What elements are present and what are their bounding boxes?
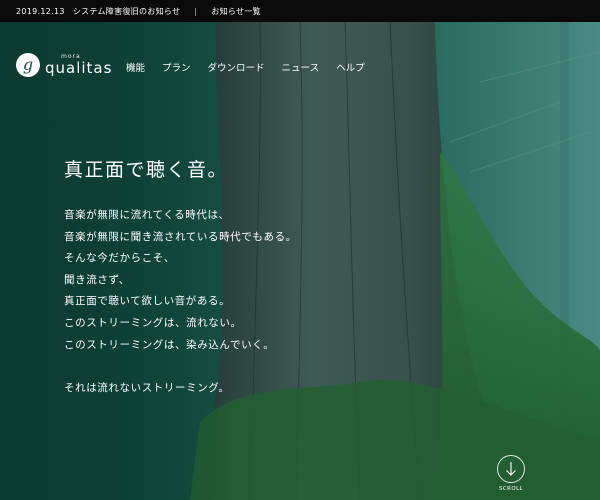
nav-item-plans[interactable]: プラン — [162, 60, 191, 74]
hero-line: 聞き流さず、 — [64, 273, 130, 286]
news-headline-link[interactable]: システム障害復旧のお知らせ — [73, 6, 181, 17]
hero-line: 音楽が無限に聞き流されている時代でもある。 — [64, 230, 297, 243]
hero-line: 真正面で聴いて欲しい音がある。 — [64, 295, 231, 308]
hero-line: このストリーミングは、流れない。 — [64, 316, 242, 329]
nav-item-help[interactable]: ヘルプ — [336, 60, 365, 74]
nav-item-news[interactable]: ニュース — [282, 60, 320, 74]
hero-closing-line: それは流れないストリーミング。 — [64, 381, 230, 394]
logo-wordmark: qualitas — [45, 59, 113, 77]
nav-item-download[interactable]: ダウンロード — [208, 60, 265, 74]
hero-section: g mora qualitas 機能 プラン ダウンロード ニュース ヘルプ 真… — [0, 22, 600, 500]
scroll-indicator[interactable]: SCROLL — [496, 455, 526, 492]
hero-body-text: 音楽が無限に流れてくる時代は、 音楽が無限に聞き流されている時代でもある。 そん… — [64, 208, 297, 402]
logo-mark-icon: g — [16, 53, 40, 77]
nav-item-features[interactable]: 機能 — [126, 60, 145, 74]
all-news-link[interactable]: お知らせ一覧 — [211, 6, 261, 17]
news-date: 2019.12.13 — [16, 6, 65, 16]
hero-line: 音楽が無限に流れてくる時代は、 — [64, 209, 230, 221]
logo[interactable]: g mora qualitas — [16, 53, 112, 77]
hero-line: そんな今だからこそ、 — [64, 252, 175, 265]
main-nav: 機能 プラン ダウンロード ニュース ヘルプ — [126, 60, 382, 74]
scroll-label: SCROLL — [498, 486, 523, 492]
topbar: 2019.12.13 システム障害復旧のお知らせ | お知らせ一覧 — [0, 0, 600, 22]
topbar-separator: | — [194, 6, 198, 16]
scroll-button[interactable] — [497, 455, 525, 483]
hero-headline: 真正面で聴く音。 — [64, 159, 229, 181]
hero-line: このストリーミングは、染み込んでいく。 — [64, 338, 275, 351]
arrow-down-icon — [506, 462, 516, 476]
